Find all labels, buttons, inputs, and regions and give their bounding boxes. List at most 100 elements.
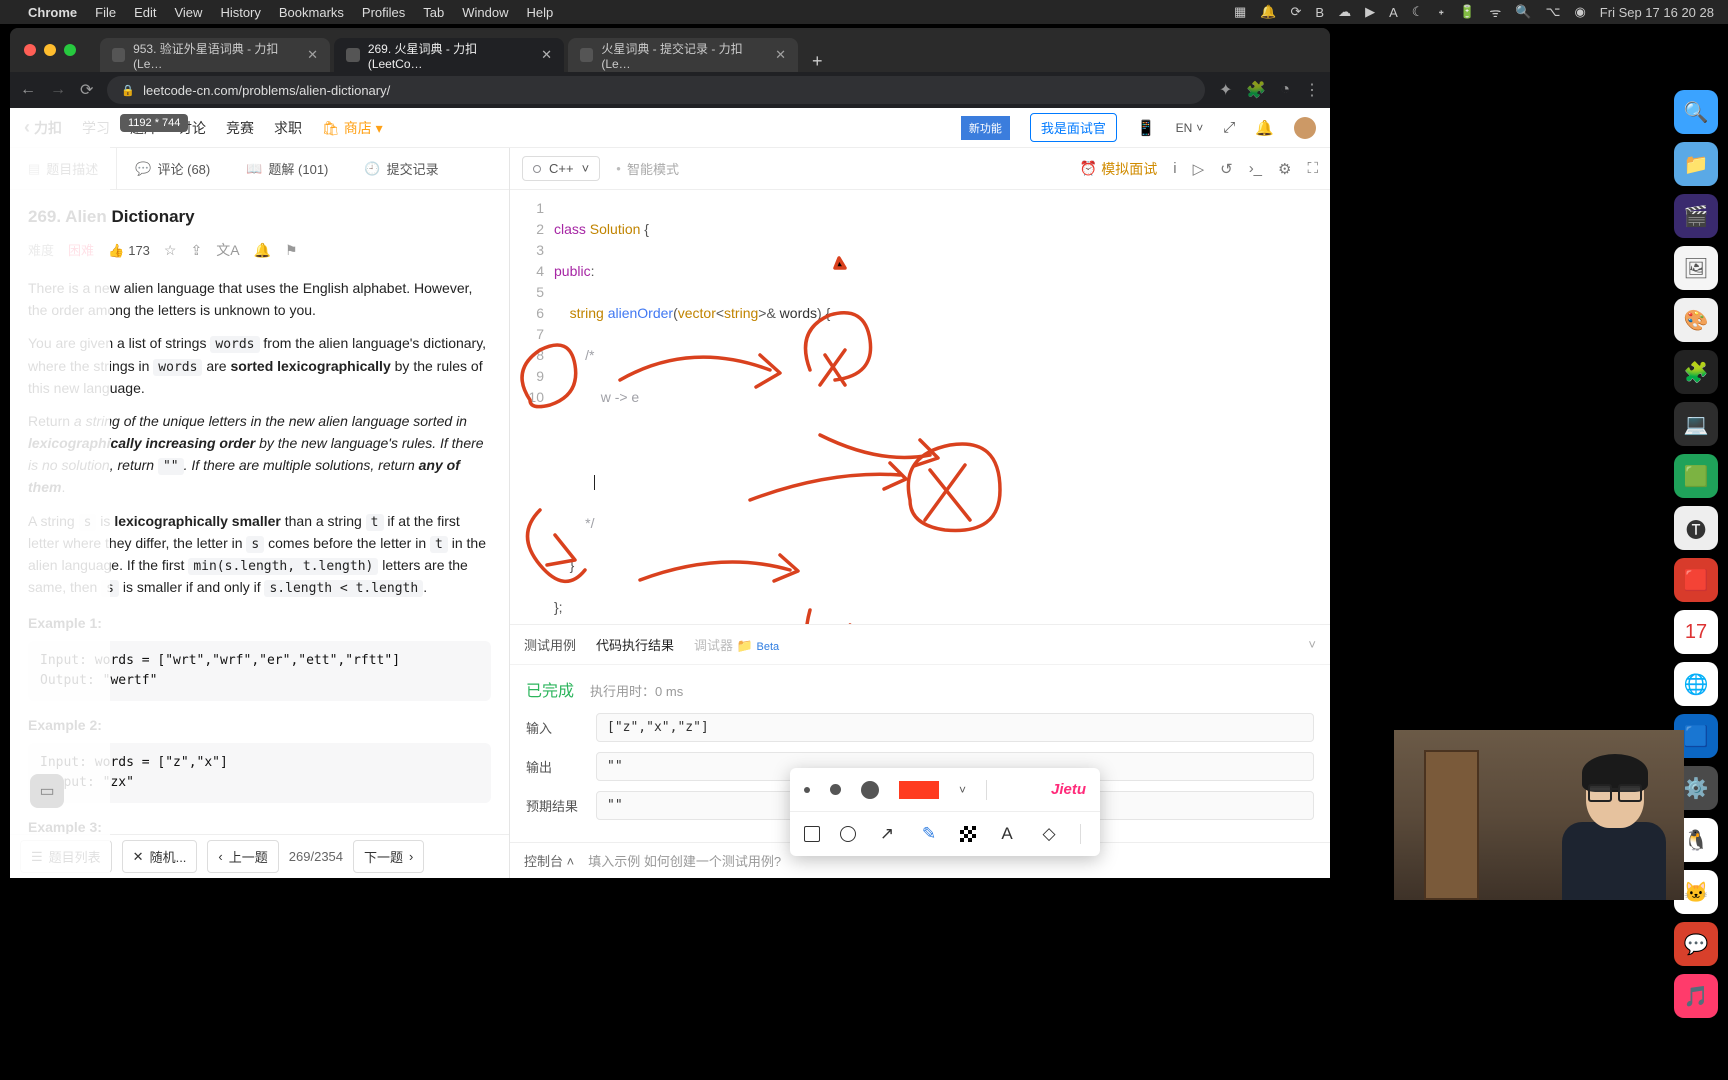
brush-size-large[interactable]: [861, 781, 879, 799]
status-icon[interactable]: ☁︎: [1338, 4, 1351, 20]
browser-tab[interactable]: 269. 火星词典 - 力扣 (LeetCo…✕: [334, 38, 564, 72]
tab-debugger[interactable]: 调试器 📁 Beta: [694, 635, 779, 654]
status-icon[interactable]: ⟳: [1291, 4, 1302, 20]
chevron-down-icon[interactable]: ˅: [959, 783, 966, 797]
dock-app-icon[interactable]: 🧩: [1674, 350, 1718, 394]
extension-puzzle-icon[interactable]: 🧩: [1246, 80, 1266, 100]
wifi-icon[interactable]: ᯤ: [1489, 3, 1501, 21]
like-button[interactable]: 👍173: [108, 241, 150, 261]
status-icon[interactable]: B: [1315, 5, 1324, 20]
input-value[interactable]: ["z","x","z"]: [596, 713, 1314, 742]
settings-icon[interactable]: ⚙: [1278, 160, 1291, 178]
random-button[interactable]: ✕随机...: [122, 840, 198, 873]
browser-tab[interactable]: 953. 验证外星语词典 - 力扣 (Le…✕: [100, 38, 330, 72]
menubar-window[interactable]: Window: [462, 5, 508, 20]
browser-tab[interactable]: 火星词典 - 提交记录 - 力扣 (Le…✕: [568, 38, 798, 72]
status-icon[interactable]: ▦: [1234, 4, 1246, 20]
language-select[interactable]: C++˅: [522, 156, 600, 181]
interviewer-button[interactable]: 我是面试官: [1030, 113, 1117, 142]
menubar-file[interactable]: File: [95, 5, 116, 20]
close-tab-icon[interactable]: ✕: [775, 47, 786, 63]
dock-music-icon[interactable]: 🎵: [1674, 974, 1718, 1018]
share-icon[interactable]: ⇪: [190, 240, 202, 262]
close-window-icon[interactable]: [24, 44, 36, 56]
translate-icon[interactable]: 文A: [216, 240, 239, 262]
dock-app-icon[interactable]: 💬: [1674, 922, 1718, 966]
brush-size-medium[interactable]: [830, 784, 841, 795]
menubar-history[interactable]: History: [220, 5, 260, 20]
dock-app-icon[interactable]: 🖼: [1674, 246, 1718, 290]
moon-icon[interactable]: ☾: [1412, 4, 1424, 20]
run-icon[interactable]: ▷: [1193, 160, 1205, 178]
tab-submissions[interactable]: 🕘提交记录: [346, 148, 456, 189]
search-icon[interactable]: 🔍: [1515, 4, 1531, 20]
dock-app-icon[interactable]: 🟥: [1674, 558, 1718, 602]
console-hint[interactable]: 填入示例 如何创建一个测试用例?: [588, 851, 781, 870]
profile-avatar[interactable]: ◔: [1280, 81, 1290, 99]
rect-tool-icon[interactable]: [804, 826, 820, 842]
dock-calendar-icon[interactable]: 17: [1674, 610, 1718, 654]
code-area[interactable]: class Solution { public: string alienOrd…: [554, 190, 1330, 624]
pen-tool-icon[interactable]: ✎: [918, 823, 940, 845]
back-button[interactable]: ←: [20, 81, 36, 99]
info-icon[interactable]: i: [1173, 160, 1176, 177]
nav-jobs[interactable]: 求职: [274, 118, 302, 138]
reload-button[interactable]: ⟳: [80, 80, 93, 100]
notify-icon[interactable]: 🔔: [254, 240, 271, 262]
maximize-window-icon[interactable]: [64, 44, 76, 56]
mosaic-tool-icon[interactable]: [960, 826, 976, 842]
menubar-app[interactable]: Chrome: [28, 5, 77, 20]
dock-app-icon[interactable]: 🟩: [1674, 454, 1718, 498]
site-logo[interactable]: 力扣: [24, 117, 62, 138]
control-center-icon[interactable]: ⌥: [1545, 4, 1560, 20]
address-bar[interactable]: 🔒 leetcode-cn.com/problems/alien-diction…: [107, 76, 1205, 104]
dock-app-icon[interactable]: 📁: [1674, 142, 1718, 186]
tab-description[interactable]: ▤题目描述: [10, 148, 117, 189]
tab-solutions[interactable]: 📖题解 (101): [228, 148, 346, 189]
jietu-toolbar[interactable]: ˅ Jietu ↗ ✎ A ◇: [790, 768, 1100, 856]
tab-testcases[interactable]: 测试用例: [524, 635, 576, 654]
brush-size-small[interactable]: [804, 787, 810, 793]
status-icon[interactable]: 🔔: [1260, 4, 1276, 20]
new-feature-badge[interactable]: 新功能: [961, 116, 1010, 140]
new-tab-button[interactable]: +: [802, 51, 833, 72]
nav-contest[interactable]: 竞赛: [226, 118, 254, 138]
lang-switch[interactable]: EN ˅: [1176, 121, 1204, 135]
close-tab-icon[interactable]: ✕: [541, 47, 552, 63]
problem-body[interactable]: 269. Alien Dictionary 难度 困难 👍173 ☆ ⇪ 文A …: [10, 190, 509, 834]
extensions-icon[interactable]: ✦: [1219, 80, 1232, 100]
prev-button[interactable]: ‹上一题: [207, 840, 278, 873]
window-controls[interactable]: [24, 44, 76, 56]
tab-comments[interactable]: 💬评论 (68): [117, 148, 228, 189]
forward-button[interactable]: →: [50, 81, 66, 99]
tag-tool-icon[interactable]: ◇: [1038, 823, 1060, 845]
status-icon[interactable]: ▶︎: [1365, 4, 1375, 20]
nav-shop[interactable]: 商店 ▾: [322, 118, 383, 138]
close-tab-icon[interactable]: ✕: [307, 47, 318, 63]
fullscreen-icon[interactable]: ⛶: [1307, 160, 1318, 177]
reset-icon[interactable]: ↺: [1220, 160, 1233, 178]
more-icon[interactable]: ›_: [1249, 160, 1262, 177]
bell-icon[interactable]: 🔔: [1255, 119, 1274, 137]
dock-chrome-icon[interactable]: 🌐: [1674, 662, 1718, 706]
code-editor[interactable]: 12345678910 class Solution { public: str…: [510, 190, 1330, 624]
smart-mode-toggle[interactable]: 智能模式: [616, 159, 679, 178]
feedback-icon[interactable]: ⚑: [285, 240, 298, 262]
dock-finder-icon[interactable]: 🔍: [1674, 90, 1718, 134]
siri-icon[interactable]: ◉: [1574, 4, 1585, 20]
browser-menu-icon[interactable]: ⋮: [1304, 80, 1320, 100]
dock-app-icon[interactable]: 🎬: [1674, 194, 1718, 238]
text-tool-icon[interactable]: A: [996, 823, 1018, 845]
problem-list-button[interactable]: ☰题目列表: [20, 840, 112, 873]
nav-study[interactable]: 学习: [82, 118, 110, 138]
floating-feedback-button[interactable]: ▭: [30, 774, 64, 808]
battery-icon[interactable]: 🔋: [1459, 4, 1475, 20]
menubar-profiles[interactable]: Profiles: [362, 5, 405, 20]
menubar-view[interactable]: View: [174, 5, 202, 20]
mock-interview-button[interactable]: 模拟面试: [1080, 159, 1157, 179]
menubar-clock[interactable]: Fri Sep 17 16 20 28: [1600, 5, 1714, 20]
expand-icon[interactable]: ⤢: [1223, 119, 1235, 136]
ellipse-tool-icon[interactable]: [840, 826, 856, 842]
menubar-tab[interactable]: Tab: [423, 5, 444, 20]
console-label[interactable]: 控制台 ˄: [524, 851, 574, 870]
